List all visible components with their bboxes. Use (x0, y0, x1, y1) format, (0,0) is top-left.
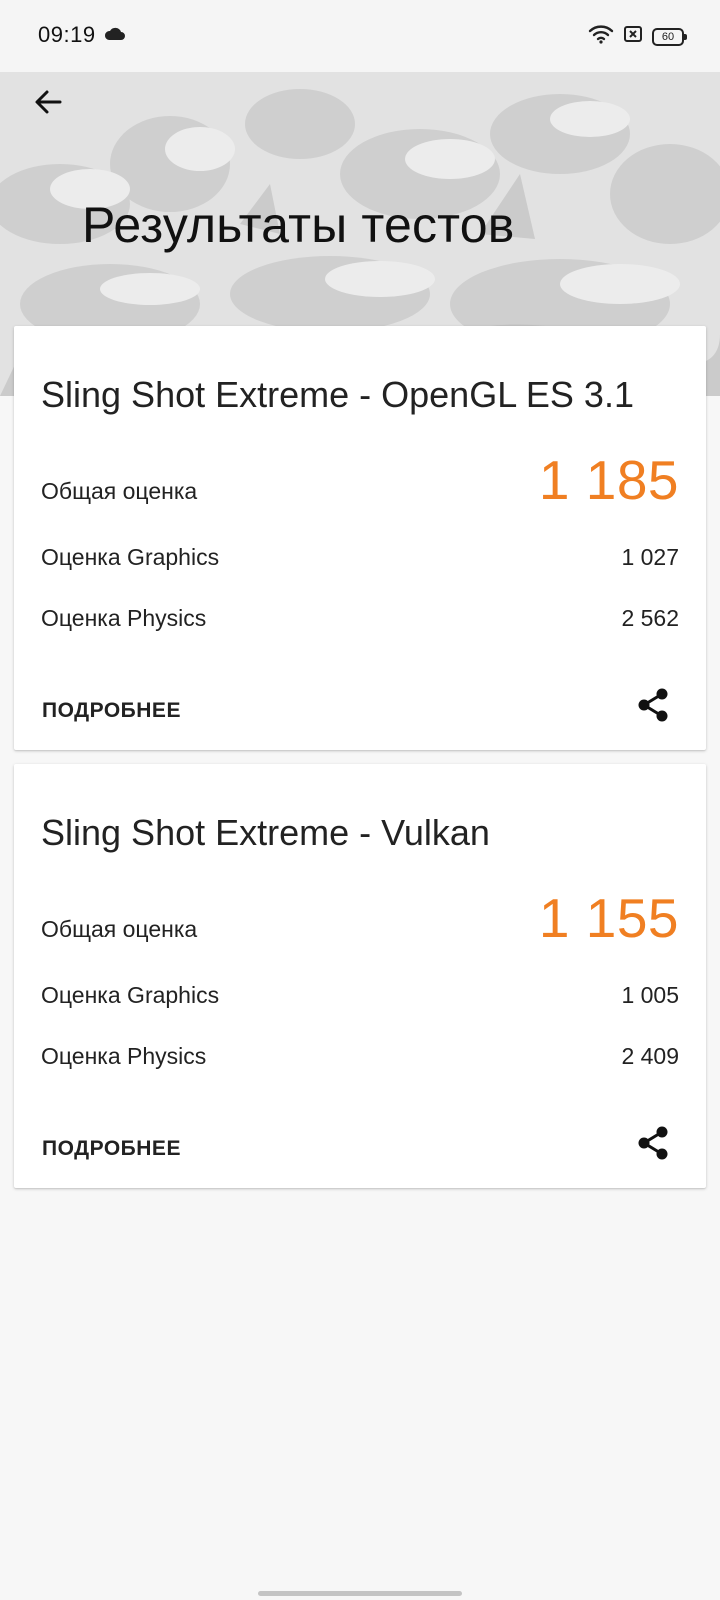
graphics-score-row: Оценка Graphics 1 027 (41, 544, 679, 571)
battery-level: 60 (661, 30, 675, 43)
share-icon (638, 688, 668, 722)
total-score-label: Общая оценка (41, 916, 198, 942)
result-card-opengl: Sling Shot Extreme - OpenGL ES 3.1 Общая… (14, 326, 706, 750)
physics-score-label: Оценка Physics (41, 1043, 207, 1069)
total-score-label: Общая оценка (41, 478, 198, 504)
share-icon (638, 1126, 668, 1160)
status-time: 09:19 (38, 22, 96, 47)
cloud-icon (104, 26, 126, 47)
details-button[interactable]: ПОДРОБНЕЕ (42, 699, 181, 723)
details-button[interactable]: ПОДРОБНЕЕ (42, 1137, 181, 1161)
physics-score-row: Оценка Physics 2 562 (41, 605, 679, 632)
share-button[interactable] (632, 684, 674, 726)
total-score-value: 1 185 (538, 449, 679, 511)
status-icons: 60 (588, 24, 687, 49)
total-score-value: 1 155 (538, 887, 679, 949)
total-score-row: Общая оценка 1 155 (41, 886, 679, 950)
graphics-score-label: Оценка Graphics (41, 544, 220, 570)
back-button[interactable] (26, 80, 70, 124)
total-score-row: Общая оценка 1 185 (41, 448, 679, 512)
page-title: Результаты тестов (82, 197, 515, 253)
graphics-score-label: Оценка Graphics (41, 982, 220, 1008)
home-indicator[interactable] (258, 1591, 462, 1596)
status-bar: 09:19 60 (0, 0, 720, 72)
wifi-icon (588, 24, 614, 49)
physics-score-value: 2 409 (621, 1043, 679, 1069)
battery-icon: 60 (652, 27, 687, 46)
physics-score-label: Оценка Physics (41, 605, 207, 631)
share-button[interactable] (632, 1122, 674, 1164)
arrow-left-icon (35, 90, 62, 114)
card-title: Sling Shot Extreme - Vulkan (41, 812, 490, 853)
physics-score-row: Оценка Physics 2 409 (41, 1043, 679, 1070)
result-card-vulkan: Sling Shot Extreme - Vulkan Общая оценка… (14, 764, 706, 1188)
card-title: Sling Shot Extreme - OpenGL ES 3.1 (41, 374, 634, 415)
graphics-score-row: Оценка Graphics 1 005 (41, 982, 679, 1009)
physics-score-value: 2 562 (621, 605, 679, 631)
notification-icon (624, 26, 642, 47)
graphics-score-value: 1 027 (621, 544, 679, 570)
graphics-score-value: 1 005 (621, 982, 679, 1008)
